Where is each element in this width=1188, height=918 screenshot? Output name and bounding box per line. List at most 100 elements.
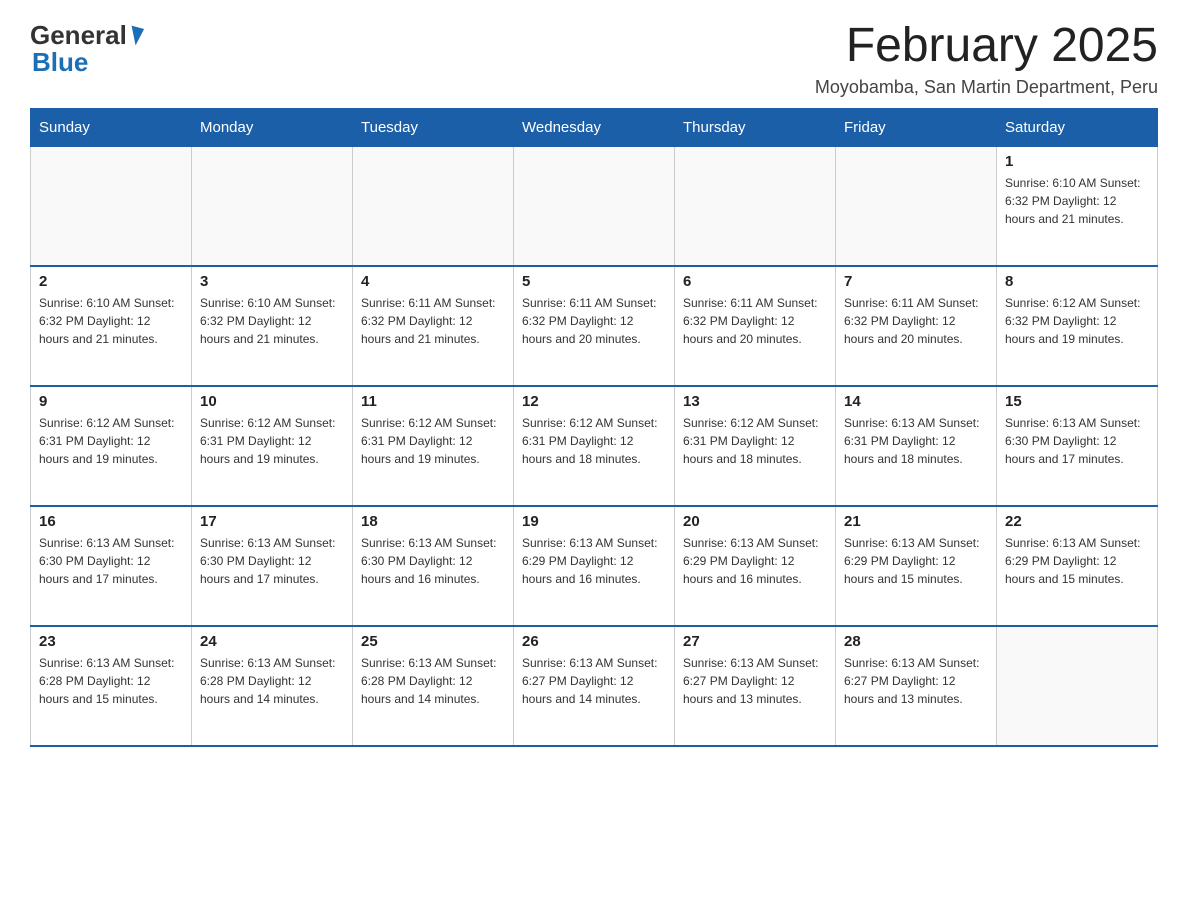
calendar-cell: 20 Sunrise: 6:13 AM Sunset: 6:29 PM Dayli… — [675, 506, 836, 626]
day-info: Sunrise: 6:10 AM Sunset: 6:32 PM Dayligh… — [39, 294, 183, 348]
day-number: 12 — [522, 393, 666, 410]
calendar-cell: 4 Sunrise: 6:11 AM Sunset: 6:32 PM Daylig… — [353, 266, 514, 386]
calendar-cell: 11 Sunrise: 6:12 AM Sunset: 6:31 PM Dayli… — [353, 386, 514, 506]
day-number: 4 — [361, 273, 505, 290]
calendar-cell: 25 Sunrise: 6:13 AM Sunset: 6:28 PM Dayli… — [353, 626, 514, 746]
week-row-5: 23 Sunrise: 6:13 AM Sunset: 6:28 PM Dayli… — [31, 626, 1158, 746]
day-info: Sunrise: 6:13 AM Sunset: 6:28 PM Dayligh… — [361, 654, 505, 708]
day-info: Sunrise: 6:13 AM Sunset: 6:29 PM Dayligh… — [844, 534, 988, 588]
day-info: Sunrise: 6:13 AM Sunset: 6:27 PM Dayligh… — [844, 654, 988, 708]
day-number: 21 — [844, 513, 988, 530]
day-number: 5 — [522, 273, 666, 290]
day-number: 8 — [1005, 273, 1149, 290]
calendar-cell: 1 Sunrise: 6:10 AM Sunset: 6:32 PM Daylig… — [997, 146, 1158, 266]
day-info: Sunrise: 6:12 AM Sunset: 6:32 PM Dayligh… — [1005, 294, 1149, 348]
day-number: 23 — [39, 633, 183, 650]
day-number: 6 — [683, 273, 827, 290]
day-info: Sunrise: 6:13 AM Sunset: 6:27 PM Dayligh… — [683, 654, 827, 708]
logo-arrow-icon — [127, 25, 144, 46]
calendar-cell: 27Sunrise: 6:13 AM Sunset: 6:27 PM Dayli… — [675, 626, 836, 746]
day-of-week-saturday: Saturday — [997, 108, 1158, 146]
day-number: 17 — [200, 513, 344, 530]
day-info: Sunrise: 6:11 AM Sunset: 6:32 PM Dayligh… — [844, 294, 988, 348]
calendar-cell: 16 Sunrise: 6:13 AM Sunset: 6:30 PM Dayli… — [31, 506, 192, 626]
calendar-subtitle: Moyobamba, San Martin Department, Peru — [815, 77, 1158, 98]
days-of-week-row: SundayMondayTuesdayWednesdayThursdayFrid… — [31, 108, 1158, 146]
calendar-cell: 23 Sunrise: 6:13 AM Sunset: 6:28 PM Dayli… — [31, 626, 192, 746]
calendar-cell: 17 Sunrise: 6:13 AM Sunset: 6:30 PM Dayli… — [192, 506, 353, 626]
calendar-cell: 3 Sunrise: 6:10 AM Sunset: 6:32 PM Daylig… — [192, 266, 353, 386]
calendar-cell: 7Sunrise: 6:11 AM Sunset: 6:32 PM Daylig… — [836, 266, 997, 386]
day-info: Sunrise: 6:13 AM Sunset: 6:30 PM Dayligh… — [1005, 414, 1149, 468]
day-number: 28 — [844, 633, 988, 650]
day-of-week-tuesday: Tuesday — [353, 108, 514, 146]
day-number: 2 — [39, 273, 183, 290]
day-of-week-sunday: Sunday — [31, 108, 192, 146]
day-number: 20 — [683, 513, 827, 530]
day-info: Sunrise: 6:13 AM Sunset: 6:30 PM Dayligh… — [361, 534, 505, 588]
day-info: Sunrise: 6:12 AM Sunset: 6:31 PM Dayligh… — [39, 414, 183, 468]
calendar-cell: 8 Sunrise: 6:12 AM Sunset: 6:32 PM Daylig… — [997, 266, 1158, 386]
week-row-4: 16 Sunrise: 6:13 AM Sunset: 6:30 PM Dayli… — [31, 506, 1158, 626]
calendar-body: 1 Sunrise: 6:10 AM Sunset: 6:32 PM Daylig… — [31, 146, 1158, 746]
title-block: February 2025 Moyobamba, San Martin Depa… — [815, 20, 1158, 98]
logo-blue-text: Blue — [30, 47, 88, 78]
day-of-week-monday: Monday — [192, 108, 353, 146]
calendar-cell — [192, 146, 353, 266]
day-number: 19 — [522, 513, 666, 530]
calendar-cell: 24 Sunrise: 6:13 AM Sunset: 6:28 PM Dayli… — [192, 626, 353, 746]
day-number: 24 — [200, 633, 344, 650]
calendar-cell: 13 Sunrise: 6:12 AM Sunset: 6:31 PM Dayli… — [675, 386, 836, 506]
day-info: Sunrise: 6:13 AM Sunset: 6:27 PM Dayligh… — [522, 654, 666, 708]
week-row-1: 1 Sunrise: 6:10 AM Sunset: 6:32 PM Daylig… — [31, 146, 1158, 266]
day-info: Sunrise: 6:10 AM Sunset: 6:32 PM Dayligh… — [200, 294, 344, 348]
day-info: Sunrise: 6:13 AM Sunset: 6:30 PM Dayligh… — [39, 534, 183, 588]
day-number: 11 — [361, 393, 505, 410]
day-info: Sunrise: 6:12 AM Sunset: 6:31 PM Dayligh… — [361, 414, 505, 468]
day-number: 15 — [1005, 393, 1149, 410]
day-of-week-thursday: Thursday — [675, 108, 836, 146]
logo: General Blue — [30, 20, 142, 78]
calendar-cell — [997, 626, 1158, 746]
day-number: 25 — [361, 633, 505, 650]
calendar-cell: 28 Sunrise: 6:13 AM Sunset: 6:27 PM Dayli… — [836, 626, 997, 746]
day-info: Sunrise: 6:10 AM Sunset: 6:32 PM Dayligh… — [1005, 174, 1149, 228]
day-number: 1 — [1005, 153, 1149, 170]
day-info: Sunrise: 6:11 AM Sunset: 6:32 PM Dayligh… — [522, 294, 666, 348]
calendar-cell — [836, 146, 997, 266]
week-row-2: 2 Sunrise: 6:10 AM Sunset: 6:32 PM Daylig… — [31, 266, 1158, 386]
day-info: Sunrise: 6:11 AM Sunset: 6:32 PM Dayligh… — [361, 294, 505, 348]
day-info: Sunrise: 6:13 AM Sunset: 6:28 PM Dayligh… — [200, 654, 344, 708]
calendar-title: February 2025 — [815, 20, 1158, 73]
day-info: Sunrise: 6:12 AM Sunset: 6:31 PM Dayligh… — [683, 414, 827, 468]
day-info: Sunrise: 6:13 AM Sunset: 6:29 PM Dayligh… — [1005, 534, 1149, 588]
calendar-cell: 2 Sunrise: 6:10 AM Sunset: 6:32 PM Daylig… — [31, 266, 192, 386]
calendar-cell: 10Sunrise: 6:12 AM Sunset: 6:31 PM Dayli… — [192, 386, 353, 506]
day-info: Sunrise: 6:13 AM Sunset: 6:29 PM Dayligh… — [683, 534, 827, 588]
calendar-cell — [31, 146, 192, 266]
calendar-cell: 15 Sunrise: 6:13 AM Sunset: 6:30 PM Dayli… — [997, 386, 1158, 506]
day-number: 13 — [683, 393, 827, 410]
day-info: Sunrise: 6:13 AM Sunset: 6:28 PM Dayligh… — [39, 654, 183, 708]
day-number: 26 — [522, 633, 666, 650]
day-number: 22 — [1005, 513, 1149, 530]
calendar-cell: 26 Sunrise: 6:13 AM Sunset: 6:27 PM Dayli… — [514, 626, 675, 746]
day-info: Sunrise: 6:13 AM Sunset: 6:31 PM Dayligh… — [844, 414, 988, 468]
calendar-cell: 6Sunrise: 6:11 AM Sunset: 6:32 PM Daylig… — [675, 266, 836, 386]
day-info: Sunrise: 6:12 AM Sunset: 6:31 PM Dayligh… — [522, 414, 666, 468]
calendar-cell: 14Sunrise: 6:13 AM Sunset: 6:31 PM Dayli… — [836, 386, 997, 506]
calendar-cell: 22 Sunrise: 6:13 AM Sunset: 6:29 PM Dayli… — [997, 506, 1158, 626]
calendar-cell — [675, 146, 836, 266]
calendar-cell — [353, 146, 514, 266]
calendar-header: SundayMondayTuesdayWednesdayThursdayFrid… — [31, 108, 1158, 146]
day-number: 18 — [361, 513, 505, 530]
day-number: 3 — [200, 273, 344, 290]
calendar-cell — [514, 146, 675, 266]
calendar-cell: 19 Sunrise: 6:13 AM Sunset: 6:29 PM Dayli… — [514, 506, 675, 626]
calendar-cell: 12 Sunrise: 6:12 AM Sunset: 6:31 PM Dayli… — [514, 386, 675, 506]
day-info: Sunrise: 6:13 AM Sunset: 6:30 PM Dayligh… — [200, 534, 344, 588]
day-info: Sunrise: 6:13 AM Sunset: 6:29 PM Dayligh… — [522, 534, 666, 588]
calendar-cell: 5 Sunrise: 6:11 AM Sunset: 6:32 PM Daylig… — [514, 266, 675, 386]
day-of-week-friday: Friday — [836, 108, 997, 146]
day-number: 16 — [39, 513, 183, 530]
